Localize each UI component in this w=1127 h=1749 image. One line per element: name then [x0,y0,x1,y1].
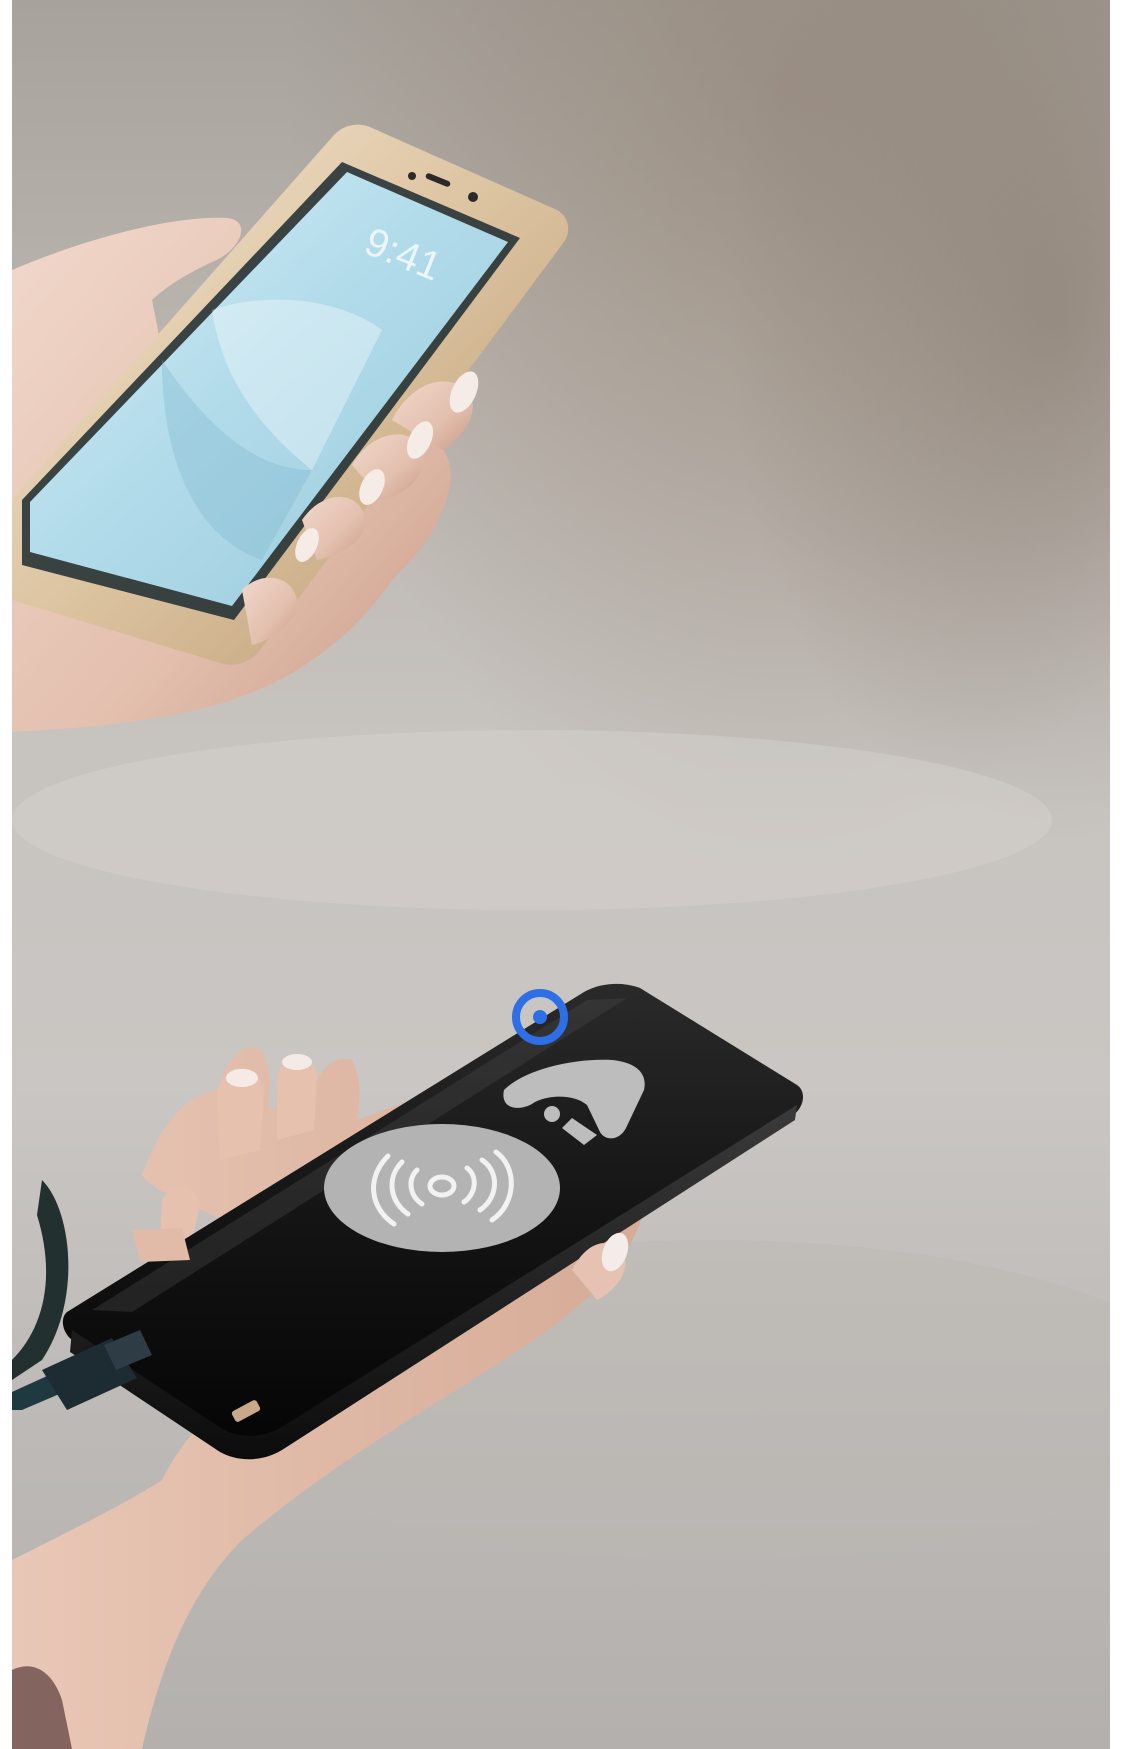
click-target-marker-icon [512,989,568,1045]
product-photo: 9:41 [12,0,1110,1749]
right-margin [1110,0,1127,1749]
click-target-dot [533,1010,547,1024]
left-margin [0,0,12,1749]
photo-scene: 9:41 [12,0,1110,1749]
wireless-charging-pad [324,1124,560,1252]
